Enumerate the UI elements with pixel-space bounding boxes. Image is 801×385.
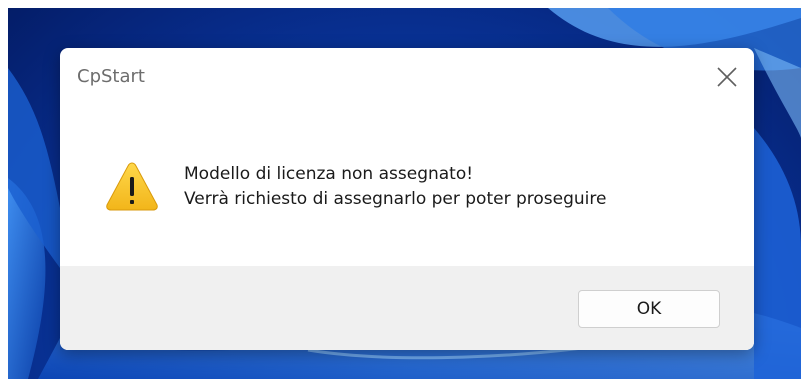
warning-icon [104, 160, 160, 216]
message-dialog: CpStart Modello di licenza non assegnato… [60, 48, 754, 350]
dialog-footer: OK [60, 266, 754, 350]
message-line-2: Verrà richiesto di assegnarlo per poter … [184, 189, 607, 209]
screenshot-frame: CpStart Modello di licenza non assegnato… [0, 0, 801, 385]
ok-button[interactable]: OK [578, 290, 720, 328]
close-icon [717, 67, 737, 87]
message-line-1: Modello di licenza non assegnato! [184, 164, 474, 184]
close-button[interactable] [712, 62, 742, 92]
dialog-title: CpStart [77, 66, 145, 87]
dialog-message: Modello di licenza non assegnato! Verrà … [184, 162, 606, 212]
